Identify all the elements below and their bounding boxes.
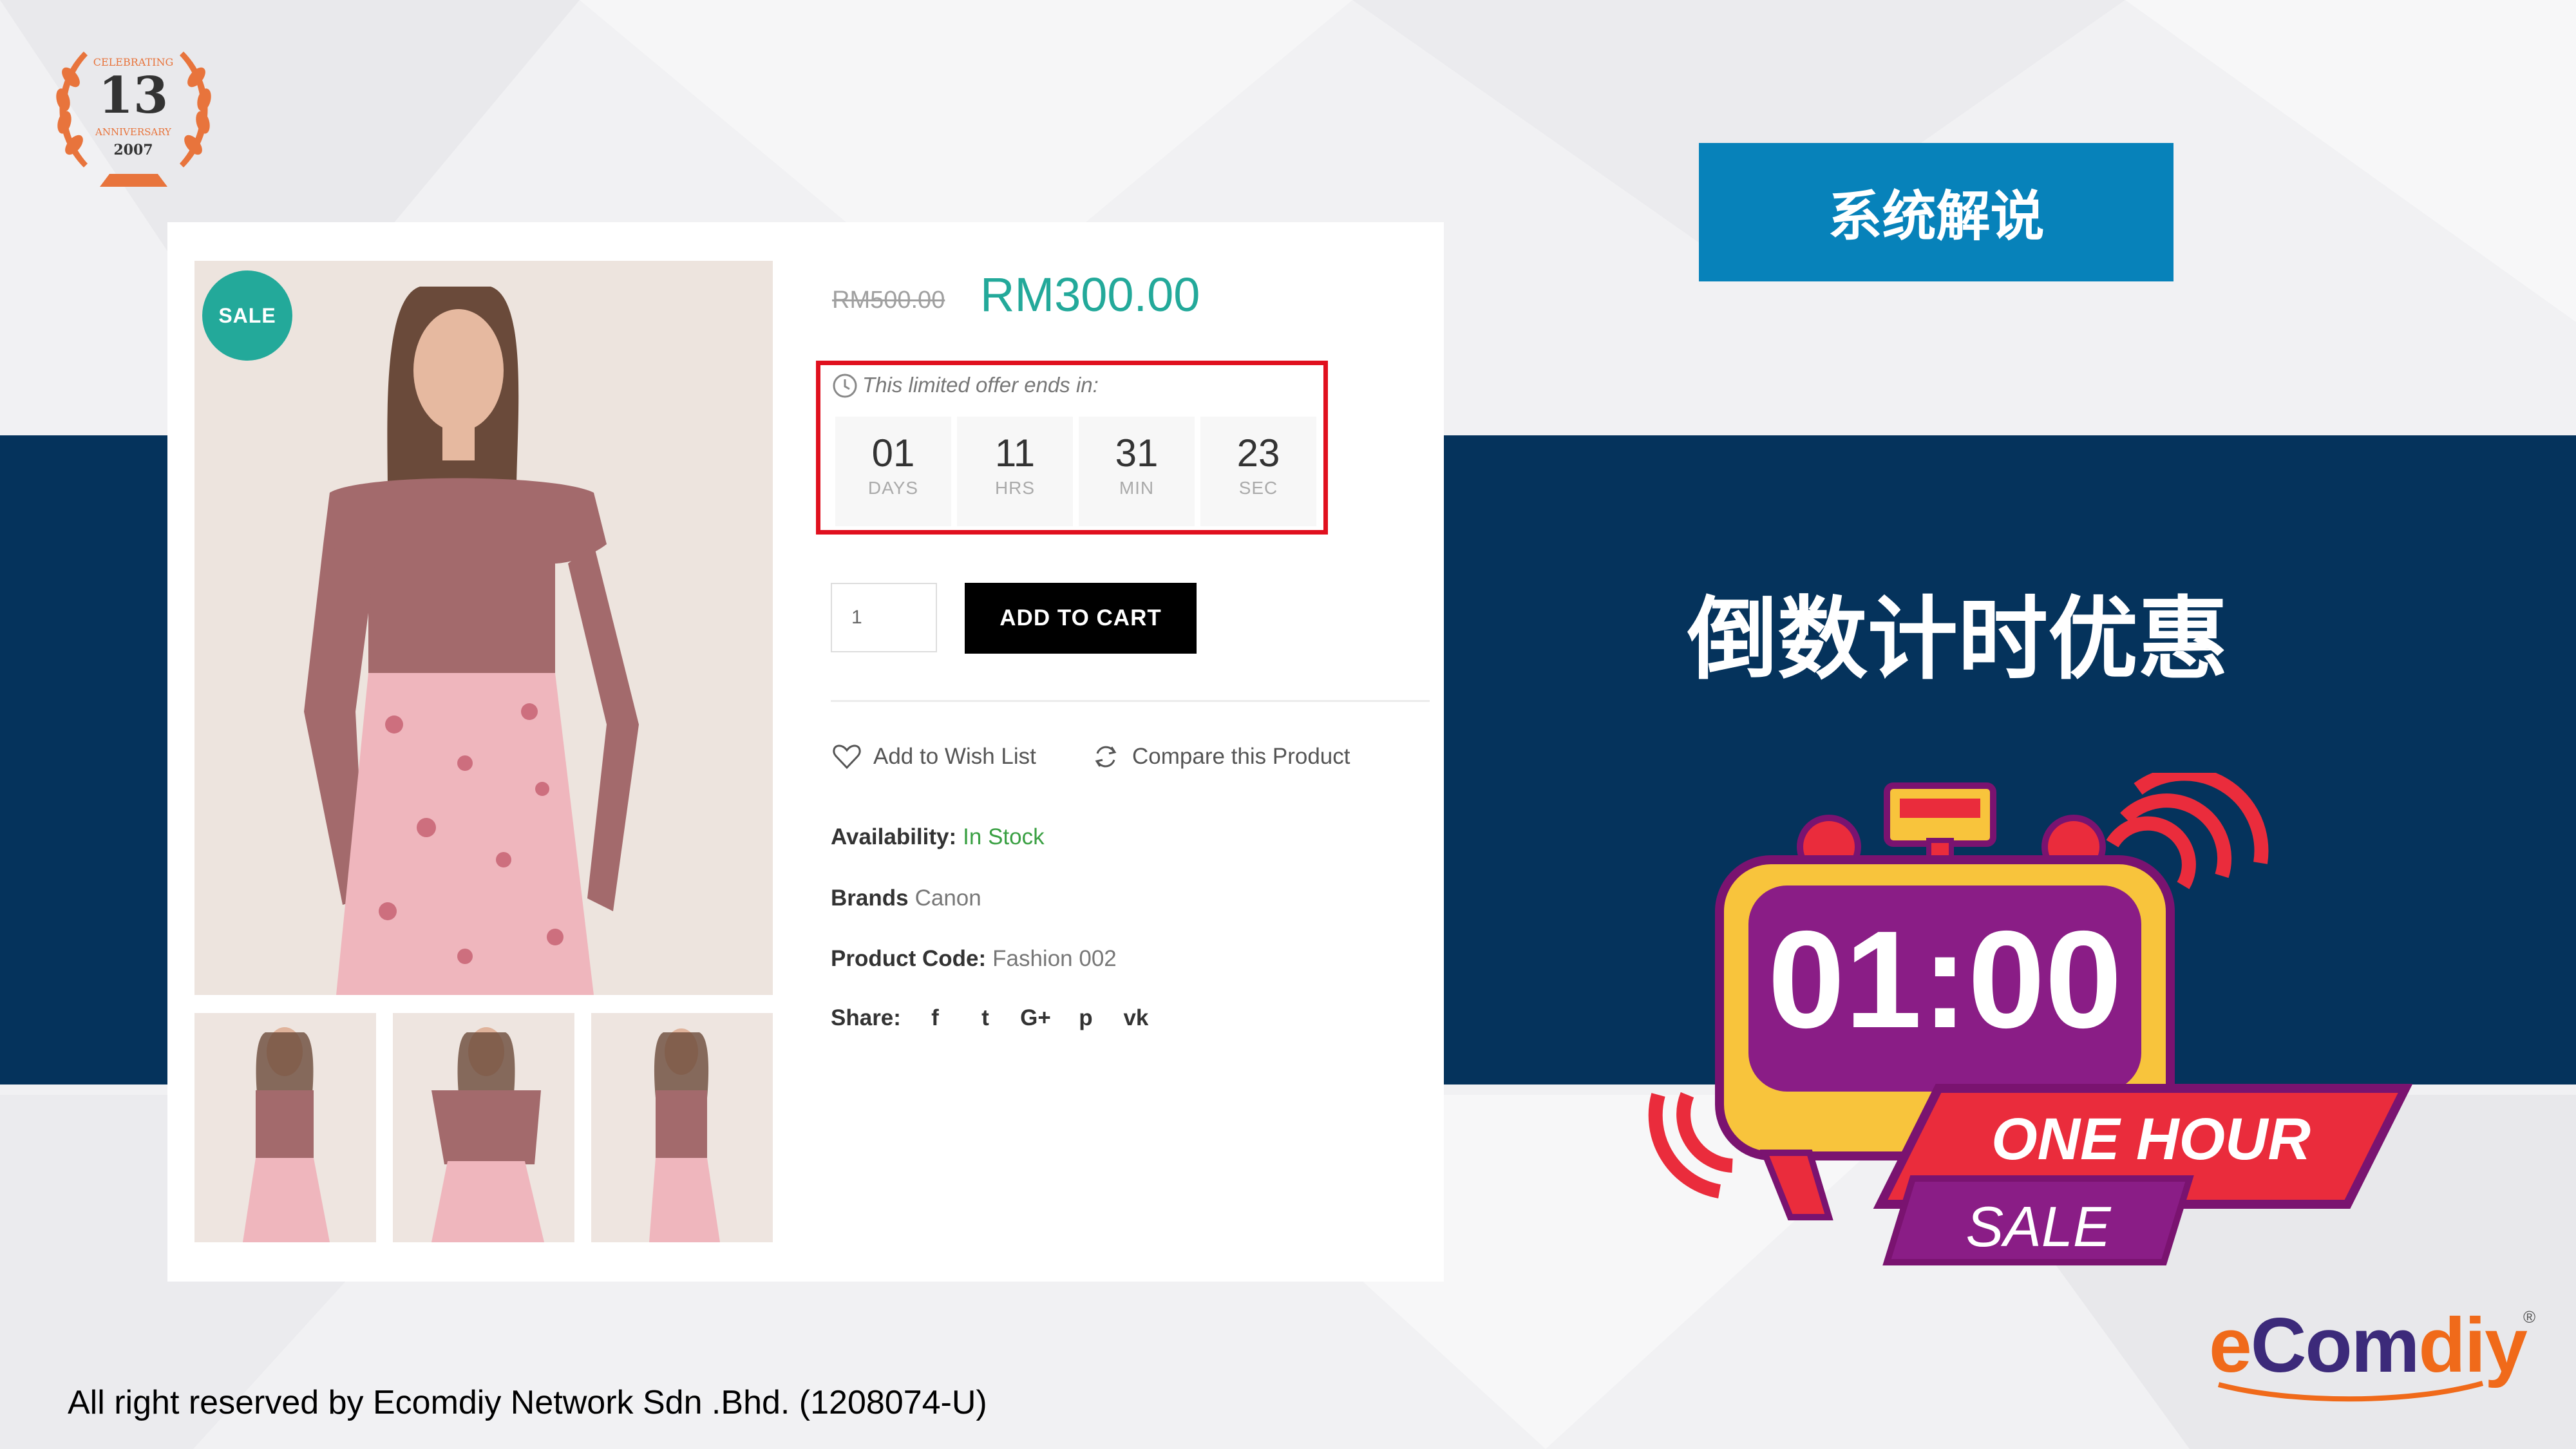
wishlist-label: Add to Wish List: [873, 744, 1036, 769]
countdown-days-value: 01: [871, 431, 915, 475]
product-card: SALE RM500.00 RM300.00 This limited offe…: [167, 222, 1444, 1282]
countdown-days-label: DAYS: [867, 478, 919, 498]
availability-label: Availability:: [831, 824, 957, 849]
share-row: Share: f t G+ p vk: [831, 1003, 1171, 1033]
system-explanation-button[interactable]: 系统解说: [1699, 143, 2174, 281]
countdown-minutes: 31 MIN: [1079, 417, 1195, 526]
google-plus-icon[interactable]: G+: [1020, 1003, 1051, 1033]
anniversary-badge: CELEBRATING 13 ANNIVERSARY 2007: [56, 52, 211, 187]
original-price: RM500.00: [832, 287, 945, 314]
heart-icon: [833, 744, 861, 770]
compare-product-link[interactable]: Compare this Product: [1090, 741, 1350, 773]
quantity-input[interactable]: 1: [831, 583, 937, 652]
product-code-row: Product Code: Fashion 002: [831, 946, 1117, 972]
badge-sub-text: ANNIVERSARY: [95, 126, 172, 138]
thumbnail-1[interactable]: [194, 1013, 376, 1242]
thumbnail-2-image: [393, 1013, 574, 1242]
product-code-label: Product Code:: [831, 946, 987, 971]
offer-ends-text: This limited offer ends in:: [862, 373, 1099, 397]
brands-value: Canon: [914, 886, 981, 911]
add-to-wishlist-link[interactable]: Add to Wish List: [831, 741, 1036, 773]
countdown-minutes-label: MIN: [1119, 478, 1155, 498]
countdown-seconds-value: 23: [1236, 431, 1280, 475]
thumbnail-1-image: [194, 1013, 376, 1242]
brands-row: Brands Canon: [831, 886, 981, 911]
sale-badge: SALE: [202, 270, 292, 361]
thumbnail-2[interactable]: [393, 1013, 574, 1242]
countdown-discount-heading: 倒数计时优惠: [1687, 587, 2228, 692]
logo-part-diy: diy: [2418, 1302, 2527, 1388]
vk-icon[interactable]: vk: [1121, 1003, 1151, 1033]
banner-sale: SALE: [1965, 1195, 2111, 1258]
countdown-timer: This limited offer ends in: 01 DAYS 11 H…: [816, 361, 1328, 535]
banner-one-hour: ONE HOUR: [1991, 1106, 2311, 1172]
countdown-seconds-label: SEC: [1238, 478, 1278, 498]
countdown-seconds: 23 SEC: [1200, 417, 1316, 526]
share-label: Share:: [831, 1005, 901, 1030]
clock-icon: [833, 374, 857, 398]
countdown-days: 01 DAYS: [835, 417, 951, 526]
countdown-hours-label: HRS: [994, 478, 1036, 498]
logo-part-e: e: [2209, 1302, 2252, 1388]
countdown-hours-value: 11: [994, 431, 1036, 475]
thumbnail-3-image: [591, 1013, 773, 1242]
availability-value: In Stock: [963, 824, 1045, 849]
copyright-footer: All right reserved by Ecomdiy Network Sd…: [68, 1384, 987, 1421]
thumbnail-3[interactable]: [591, 1013, 773, 1242]
countdown-minutes-value: 31: [1115, 431, 1159, 475]
compare-label: Compare this Product: [1132, 744, 1350, 769]
badge-number: 13: [99, 66, 169, 125]
logo-part-com: Com: [2250, 1302, 2420, 1388]
add-to-cart-button[interactable]: ADD TO CART: [965, 583, 1197, 654]
logo-swoosh: [2217, 1381, 2484, 1402]
facebook-icon[interactable]: f: [920, 1003, 950, 1033]
model-illustration: [194, 261, 773, 995]
countdown-hours: 11 HRS: [957, 417, 1073, 526]
sale-price: RM300.00: [980, 268, 1200, 321]
main-product-image[interactable]: SALE: [194, 261, 773, 995]
ecomdiy-logo: eComdiy: [2209, 1301, 2528, 1390]
twitter-icon[interactable]: t: [971, 1003, 1000, 1033]
badge-year: 2007: [113, 142, 153, 158]
product-code-value: Fashion 002: [992, 946, 1117, 971]
slide: CELEBRATING 13 ANNIVERSARY 2007 SALE RM5…: [0, 0, 2576, 1449]
divider: [831, 700, 1430, 702]
one-hour-sale-graphic: 01:00 ONE HOUR SALE: [1648, 773, 2413, 1265]
pinterest-icon[interactable]: p: [1071, 1003, 1101, 1033]
refresh-icon: [1095, 746, 1117, 768]
availability-row: Availability: In Stock: [831, 824, 1045, 850]
brands-label: Brands: [831, 886, 909, 911]
timer-display: 01:00: [1768, 902, 2122, 1057]
registered-mark: ®: [2523, 1307, 2536, 1327]
